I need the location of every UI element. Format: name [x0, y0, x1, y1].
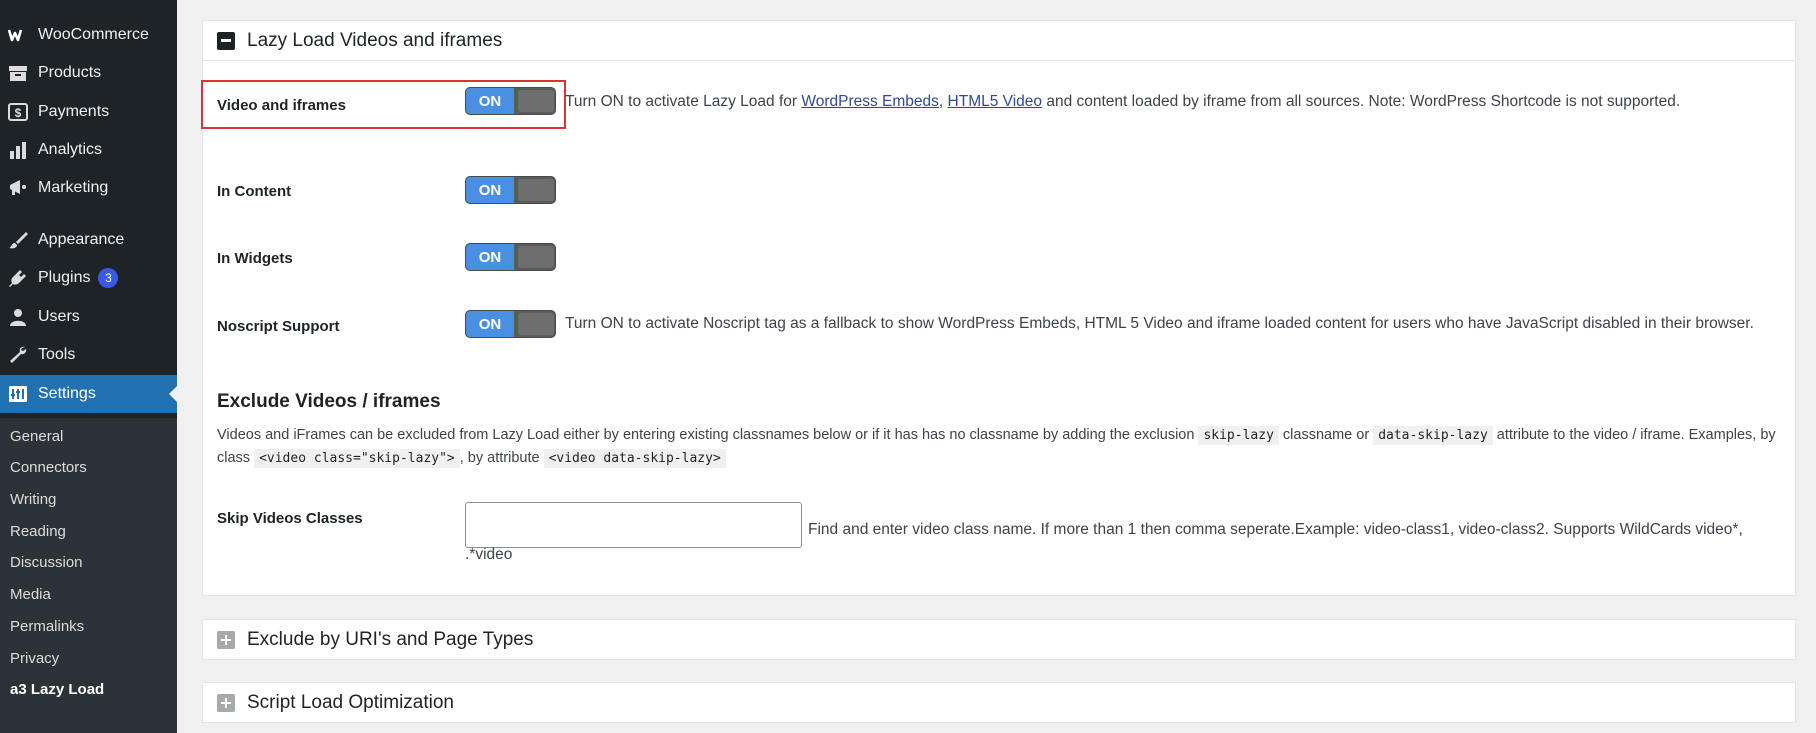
noscript-description: Turn ON to activate Noscript tag as a fa… [565, 315, 1754, 332]
script-load-panel[interactable]: Script Load Optimization [202, 682, 1796, 723]
in-widgets-toggle[interactable]: ON [465, 243, 556, 271]
exclude-section-title: Exclude Videos / iframes [217, 391, 441, 412]
collapse-icon[interactable] [217, 31, 235, 50]
toggle-on-label: ON [466, 177, 514, 203]
settings-icon [6, 382, 30, 406]
in-content-label: In Content [217, 183, 292, 200]
in-widgets-label: In Widgets [217, 250, 293, 267]
sidebar-item-analytics[interactable]: Analytics [0, 131, 177, 169]
noscript-support-toggle[interactable]: ON [465, 310, 556, 338]
panel-title: Exclude by URI's and Page Types [247, 629, 534, 650]
html5-video-link[interactable]: HTML5 Video [948, 93, 1042, 110]
exclude-text: Videos and iFrames can be excluded from … [217, 427, 1199, 443]
in-content-toggle[interactable]: ON [465, 176, 556, 204]
sidebar-item-woocommerce[interactable]: WooCommerce [0, 16, 177, 54]
sidebar-item-label: WooCommerce [38, 26, 149, 43]
sidebar-item-label: Products [38, 64, 102, 81]
sidebar-item-appearance[interactable]: Appearance [0, 221, 177, 259]
code-skip-lazy: skip-lazy [1198, 426, 1279, 445]
expand-icon[interactable] [217, 694, 235, 712]
toggle-knob [518, 246, 554, 268]
exclude-description: Videos and iFrames can be excluded from … [217, 424, 1787, 470]
sidebar-item-settings[interactable]: Settings [0, 375, 177, 413]
plugins-icon [6, 266, 30, 290]
payments-icon: $ [6, 100, 30, 124]
desc-text: and content loaded by iframe from all so… [1042, 93, 1681, 110]
sidebar-item-label: Tools [38, 346, 76, 363]
panel-header[interactable]: Script Load Optimization [203, 683, 1795, 723]
expand-icon[interactable] [217, 631, 235, 649]
lazy-load-videos-panel: Lazy Load Videos and iframes Video and i… [201, 20, 1796, 596]
submenu-general[interactable]: General [10, 428, 63, 445]
sidebar-item-label: Plugins [38, 269, 91, 286]
admin-sidebar: WooCommerce Products $ Payments Analytic… [0, 0, 177, 733]
sidebar-item-label: Users [38, 308, 80, 325]
desc-comma: , [938, 93, 944, 110]
sidebar-item-label: Settings [38, 385, 96, 402]
settings-submenu: General Connectors Writing Reading Discu… [0, 418, 177, 733]
sidebar-item-payments[interactable]: $ Payments [0, 93, 177, 131]
sidebar-item-label: Analytics [38, 141, 103, 158]
analytics-icon [6, 138, 30, 162]
submenu-connectors[interactable]: Connectors [10, 459, 87, 476]
submenu-permalinks[interactable]: Permalinks [10, 618, 84, 635]
sidebar-item-label: Appearance [38, 231, 125, 248]
video-iframes-toggle[interactable]: ON [465, 87, 556, 115]
exclude-text: classname or [1278, 427, 1374, 443]
exclude-text: , by attribute [459, 450, 544, 466]
submenu-writing[interactable]: Writing [10, 491, 56, 508]
svg-text:$: $ [15, 106, 22, 120]
products-icon [6, 61, 30, 85]
marketing-icon [6, 176, 30, 200]
panel-title: Lazy Load Videos and iframes [247, 29, 503, 51]
tools-icon [6, 343, 30, 367]
plugins-update-count: 3 [98, 268, 119, 288]
submenu-reading[interactable]: Reading [10, 523, 66, 540]
submenu-media[interactable]: Media [10, 586, 51, 603]
toggle-knob [518, 179, 554, 201]
skip-videos-description-cont: .*video [465, 546, 513, 563]
sidebar-item-tools[interactable]: Tools [0, 336, 177, 374]
panel-title: Script Load Optimization [247, 692, 454, 713]
sidebar-item-users[interactable]: Users [0, 298, 177, 336]
sidebar-item-products[interactable]: Products [0, 54, 177, 92]
code-video-class: <video class="skip-lazy"> [254, 449, 460, 468]
skip-videos-classes-label: Skip Videos Classes [217, 510, 363, 527]
noscript-support-label: Noscript Support [217, 318, 340, 335]
submenu-discussion[interactable]: Discussion [10, 554, 83, 571]
sidebar-item-label: Marketing [38, 179, 109, 196]
toggle-knob [518, 313, 554, 335]
toggle-on-label: ON [466, 311, 514, 337]
toggle-on-label: ON [466, 88, 514, 114]
video-iframes-description: Turn ON to activate Lazy Load for WordPr… [565, 93, 1680, 111]
toggle-knob [518, 90, 554, 112]
users-icon [6, 305, 30, 329]
panel-header[interactable]: Lazy Load Videos and iframes [203, 21, 1795, 61]
sidebar-item-marketing[interactable]: Marketing [0, 169, 177, 207]
skip-videos-classes-input[interactable] [465, 502, 802, 548]
appearance-icon [6, 228, 30, 252]
panel-header[interactable]: Exclude by URI's and Page Types [203, 620, 1795, 660]
sidebar-item-label: Payments [38, 103, 110, 120]
desc-text: Turn ON to activate Lazy Load for [565, 93, 802, 110]
skip-videos-description: Find and enter video class name. If more… [808, 521, 1743, 538]
code-data-skip-lazy: data-skip-lazy [1373, 426, 1493, 445]
sidebar-item-plugins[interactable]: Plugins 3 [0, 259, 177, 297]
toggle-on-label: ON [466, 244, 514, 270]
code-video-data: <video data-skip-lazy> [543, 449, 726, 468]
submenu-a3-lazy-load[interactable]: a3 Lazy Load [10, 681, 104, 698]
video-iframes-label: Video and iframes [217, 97, 346, 114]
exclude-uri-panel[interactable]: Exclude by URI's and Page Types [202, 619, 1796, 660]
submenu-privacy[interactable]: Privacy [10, 650, 59, 667]
woocommerce-icon [6, 23, 30, 47]
wordpress-embeds-link[interactable]: WordPress Embeds [801, 93, 939, 110]
